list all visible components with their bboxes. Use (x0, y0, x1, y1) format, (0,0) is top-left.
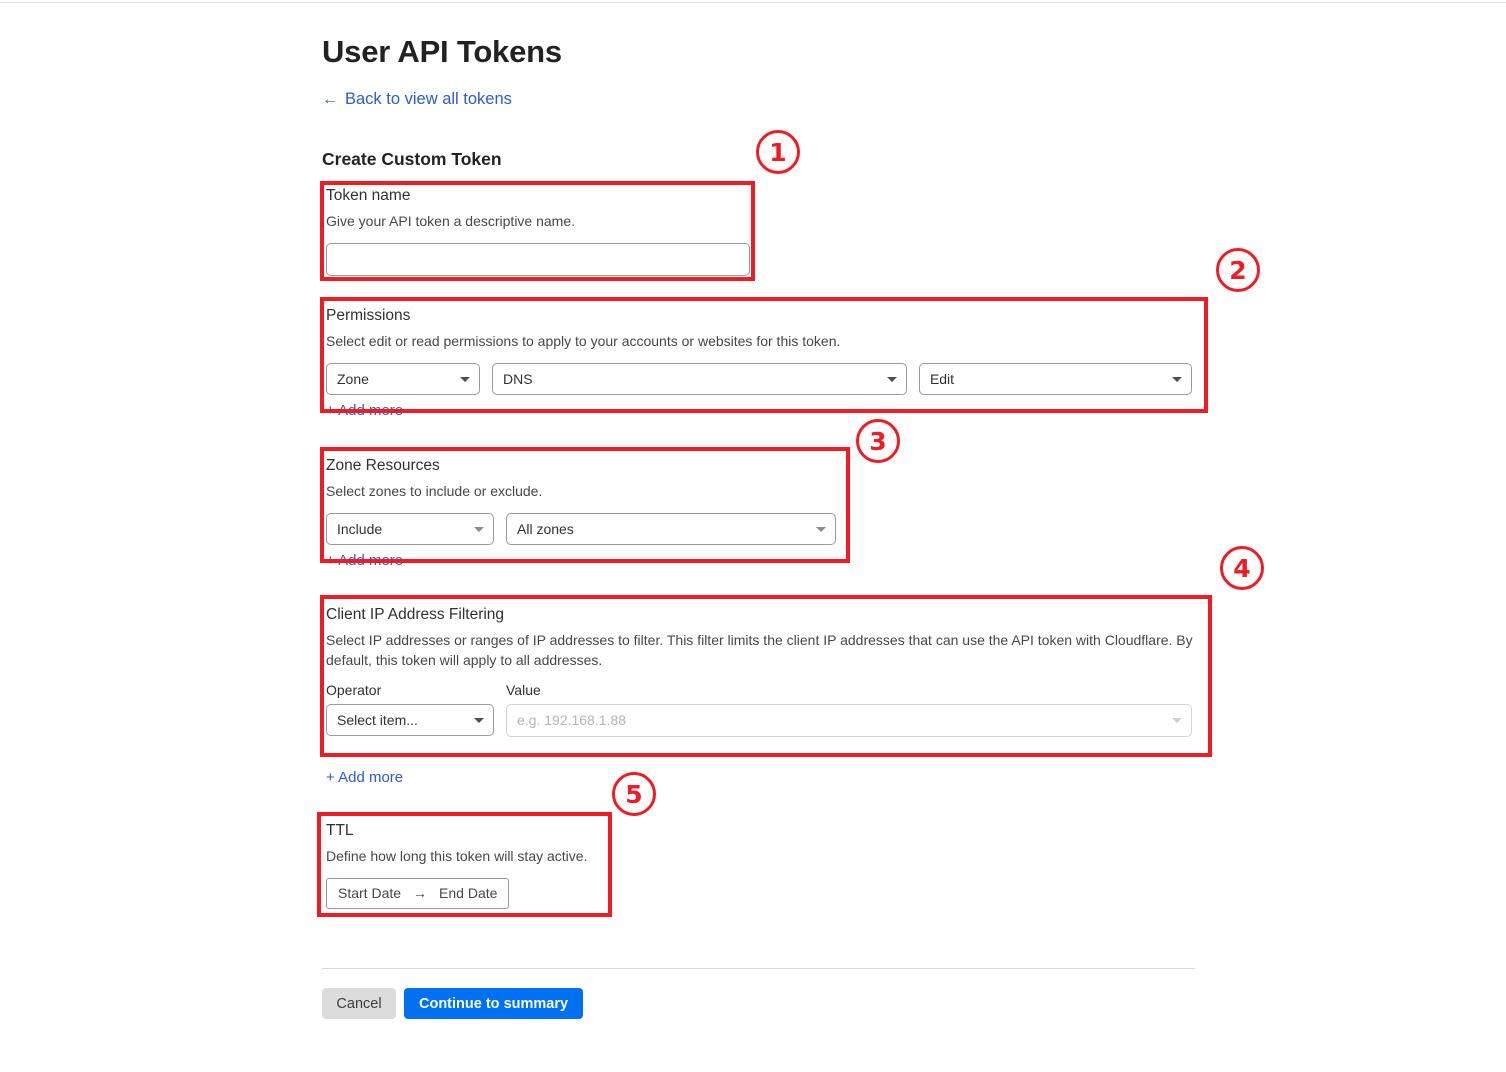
permissions-description: Select edit or read permissions to apply… (326, 333, 841, 349)
chevron-down-icon (474, 526, 484, 532)
chevron-down-icon (460, 376, 471, 382)
permissions-add-more-link[interactable]: + Add more (326, 402, 403, 419)
permissions-row: Zone DNS Edit (326, 362, 1192, 395)
ip-value-placeholder: e.g. 192.168.1.88 (517, 712, 626, 729)
permission-resource-select[interactable]: DNS (492, 362, 907, 395)
zone-resources-zones-select[interactable]: All zones (506, 512, 836, 545)
top-divider (0, 2, 1506, 3)
annotation-badge-3: 3 (856, 419, 900, 463)
annotation-badge-1: 1 (756, 130, 800, 174)
ip-filtering-labels-row: Operator Value (326, 682, 1196, 704)
ip-value-label: Value (506, 681, 541, 698)
permission-resource-value: DNS (503, 370, 533, 387)
cancel-button[interactable]: Cancel (322, 988, 396, 1019)
permission-scope-value: Zone (337, 370, 369, 387)
zone-resources-label: Zone Resources (326, 457, 440, 474)
token-name-input[interactable] (326, 242, 750, 276)
token-name-label: Token name (326, 187, 411, 204)
ip-filtering-description: Select IP addresses or ranges of IP addr… (326, 632, 1193, 668)
permission-scope-select[interactable]: Zone (326, 362, 481, 395)
arrow-right-icon: → (413, 885, 428, 902)
zone-resources-zones-value: All zones (517, 520, 574, 537)
chevron-down-icon (474, 717, 484, 723)
ttl-label: TTL (326, 822, 354, 839)
token-name-field: Token name Give your API token a descrip… (326, 187, 750, 276)
ip-filtering-label: Client IP Address Filtering (326, 606, 505, 623)
chevron-down-icon (816, 526, 826, 532)
zone-resources-row: Include All zones (326, 512, 846, 545)
chevron-down-icon (1172, 376, 1182, 382)
zone-resources-mode-value: Include (337, 520, 383, 537)
ttl-date-range-picker[interactable]: Start Date → End Date (326, 877, 510, 909)
token-name-description: Give your API token a descriptive name. (326, 213, 576, 229)
section-title-create-custom-token: Create Custom Token (322, 149, 502, 169)
annotation-badge-2: 2 (1216, 248, 1260, 292)
ttl-start-date: Start Date (338, 885, 402, 902)
chevron-down-icon (1172, 718, 1182, 724)
arrow-left-icon: ← (322, 90, 338, 108)
footer-divider (322, 968, 1195, 969)
ip-operator-label: Operator (326, 681, 382, 698)
ip-filtering-add-more-link[interactable]: + Add more (326, 769, 403, 786)
zone-resources-field: Zone Resources Select zones to include o… (326, 457, 846, 545)
annotation-badge-5: 5 (612, 772, 656, 816)
permissions-label: Permissions (326, 307, 411, 324)
ip-operator-select[interactable]: Select item... (326, 703, 494, 736)
back-link-label: Back to view all tokens (345, 90, 512, 108)
ttl-end-date: End Date (439, 885, 498, 902)
ip-operator-value: Select item... (337, 711, 418, 728)
page-root: User API Tokens ← Back to view all token… (0, 0, 1506, 1072)
ip-value-select[interactable]: e.g. 192.168.1.88 (506, 703, 1192, 737)
ttl-description: Define how long this token will stay act… (326, 848, 588, 864)
permissions-field: Permissions Select edit or read permissi… (326, 307, 1192, 395)
permission-access-value: Edit (929, 370, 955, 387)
continue-to-summary-button[interactable]: Continue to summary (404, 988, 584, 1019)
permission-access-select[interactable]: Edit (918, 362, 1192, 395)
ip-filtering-field: Client IP Address Filtering Select IP ad… (326, 606, 1196, 737)
annotation-badge-4: 4 (1220, 546, 1264, 590)
back-to-tokens-link[interactable]: ← Back to view all tokens (322, 90, 512, 109)
zone-resources-add-more-link[interactable]: + Add more (326, 552, 403, 569)
zone-resources-mode-select[interactable]: Include (326, 512, 494, 545)
page-title: User API Tokens (322, 34, 562, 69)
chevron-down-icon (886, 376, 897, 382)
zone-resources-description: Select zones to include or exclude. (326, 483, 543, 499)
ip-filtering-row: Select item... e.g. 192.168.1.88 (326, 703, 1196, 737)
ttl-field: TTL Define how long this token will stay… (326, 822, 616, 909)
